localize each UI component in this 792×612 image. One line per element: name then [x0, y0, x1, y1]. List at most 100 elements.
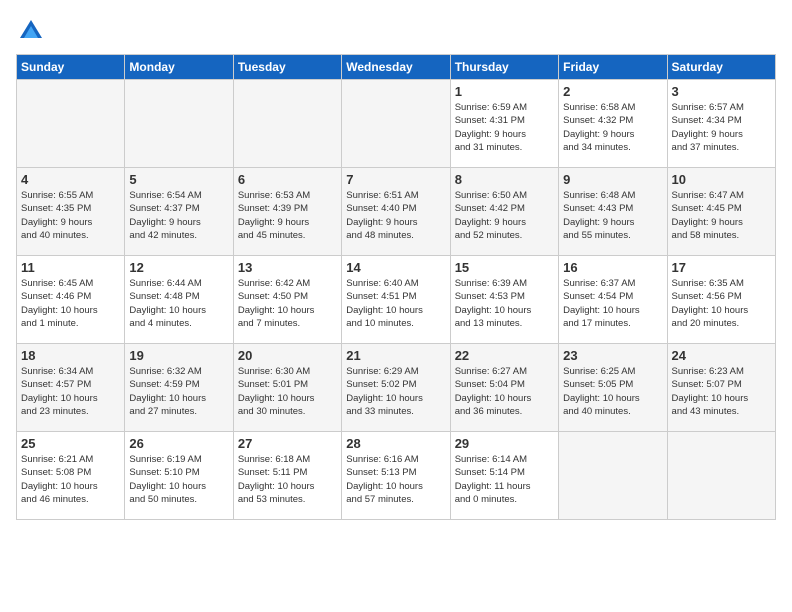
calendar-cell: 7 Sunrise: 6:51 AM Sunset: 4:40 PM Daylig…	[342, 168, 450, 256]
day-info: Sunrise: 6:32 AM Sunset: 4:59 PM Dayligh…	[129, 365, 228, 418]
day-info: Sunrise: 6:47 AM Sunset: 4:45 PM Dayligh…	[672, 189, 771, 242]
day-info: Sunrise: 6:27 AM Sunset: 5:04 PM Dayligh…	[455, 365, 554, 418]
day-info: Sunrise: 6:39 AM Sunset: 4:53 PM Dayligh…	[455, 277, 554, 330]
day-info: Sunrise: 6:19 AM Sunset: 5:10 PM Dayligh…	[129, 453, 228, 506]
calendar-cell: 6 Sunrise: 6:53 AM Sunset: 4:39 PM Daylig…	[233, 168, 341, 256]
calendar-cell: 24 Sunrise: 6:23 AM Sunset: 5:07 PM Dayli…	[667, 344, 775, 432]
calendar-cell	[17, 80, 125, 168]
calendar-cell: 17 Sunrise: 6:35 AM Sunset: 4:56 PM Dayli…	[667, 256, 775, 344]
calendar-cell: 14 Sunrise: 6:40 AM Sunset: 4:51 PM Dayli…	[342, 256, 450, 344]
day-info: Sunrise: 6:59 AM Sunset: 4:31 PM Dayligh…	[455, 101, 554, 154]
page-header	[16, 16, 776, 46]
day-number: 23	[563, 348, 662, 363]
day-number: 13	[238, 260, 337, 275]
day-number: 21	[346, 348, 445, 363]
day-number: 25	[21, 436, 120, 451]
day-number: 3	[672, 84, 771, 99]
logo	[16, 16, 50, 46]
calendar-table: SundayMondayTuesdayWednesdayThursdayFrid…	[16, 54, 776, 520]
calendar-cell: 23 Sunrise: 6:25 AM Sunset: 5:05 PM Dayli…	[559, 344, 667, 432]
day-info: Sunrise: 6:34 AM Sunset: 4:57 PM Dayligh…	[21, 365, 120, 418]
day-number: 9	[563, 172, 662, 187]
calendar-cell	[233, 80, 341, 168]
day-number: 24	[672, 348, 771, 363]
day-number: 6	[238, 172, 337, 187]
day-number: 17	[672, 260, 771, 275]
calendar-cell: 1 Sunrise: 6:59 AM Sunset: 4:31 PM Daylig…	[450, 80, 558, 168]
weekday-header: Tuesday	[233, 55, 341, 80]
day-number: 14	[346, 260, 445, 275]
calendar-cell: 5 Sunrise: 6:54 AM Sunset: 4:37 PM Daylig…	[125, 168, 233, 256]
calendar-cell: 2 Sunrise: 6:58 AM Sunset: 4:32 PM Daylig…	[559, 80, 667, 168]
weekday-header: Wednesday	[342, 55, 450, 80]
calendar-cell	[559, 432, 667, 520]
weekday-header: Sunday	[17, 55, 125, 80]
logo-icon	[16, 16, 46, 46]
day-info: Sunrise: 6:50 AM Sunset: 4:42 PM Dayligh…	[455, 189, 554, 242]
day-number: 11	[21, 260, 120, 275]
calendar-week-row: 25 Sunrise: 6:21 AM Sunset: 5:08 PM Dayli…	[17, 432, 776, 520]
calendar-cell: 8 Sunrise: 6:50 AM Sunset: 4:42 PM Daylig…	[450, 168, 558, 256]
calendar-cell	[125, 80, 233, 168]
day-number: 29	[455, 436, 554, 451]
day-info: Sunrise: 6:14 AM Sunset: 5:14 PM Dayligh…	[455, 453, 554, 506]
calendar-cell: 16Sunrise: 6:37 AM Sunset: 4:54 PM Dayli…	[559, 256, 667, 344]
calendar-cell: 19 Sunrise: 6:32 AM Sunset: 4:59 PM Dayli…	[125, 344, 233, 432]
day-info: Sunrise: 6:35 AM Sunset: 4:56 PM Dayligh…	[672, 277, 771, 330]
day-info: Sunrise: 6:55 AM Sunset: 4:35 PM Dayligh…	[21, 189, 120, 242]
calendar-week-row: 1 Sunrise: 6:59 AM Sunset: 4:31 PM Daylig…	[17, 80, 776, 168]
day-info: Sunrise: 6:25 AM Sunset: 5:05 PM Dayligh…	[563, 365, 662, 418]
day-info: Sunrise: 6:53 AM Sunset: 4:39 PM Dayligh…	[238, 189, 337, 242]
day-info: Sunrise: 6:42 AM Sunset: 4:50 PM Dayligh…	[238, 277, 337, 330]
day-number: 27	[238, 436, 337, 451]
calendar-cell: 3 Sunrise: 6:57 AM Sunset: 4:34 PM Daylig…	[667, 80, 775, 168]
day-number: 16	[563, 260, 662, 275]
calendar-cell: 25 Sunrise: 6:21 AM Sunset: 5:08 PM Dayli…	[17, 432, 125, 520]
calendar-cell: 28 Sunrise: 6:16 AM Sunset: 5:13 PM Dayli…	[342, 432, 450, 520]
day-info: Sunrise: 6:54 AM Sunset: 4:37 PM Dayligh…	[129, 189, 228, 242]
calendar-week-row: 11Sunrise: 6:45 AM Sunset: 4:46 PM Dayli…	[17, 256, 776, 344]
day-number: 5	[129, 172, 228, 187]
calendar-cell: 4Sunrise: 6:55 AM Sunset: 4:35 PM Daylig…	[17, 168, 125, 256]
weekday-header: Monday	[125, 55, 233, 80]
calendar-cell: 29 Sunrise: 6:14 AM Sunset: 5:14 PM Dayli…	[450, 432, 558, 520]
day-number: 7	[346, 172, 445, 187]
weekday-header: Saturday	[667, 55, 775, 80]
calendar-cell: 26 Sunrise: 6:19 AM Sunset: 5:10 PM Dayli…	[125, 432, 233, 520]
day-number: 8	[455, 172, 554, 187]
day-number: 20	[238, 348, 337, 363]
calendar-cell	[342, 80, 450, 168]
day-info: Sunrise: 6:30 AM Sunset: 5:01 PM Dayligh…	[238, 365, 337, 418]
calendar-week-row: 18 Sunrise: 6:34 AM Sunset: 4:57 PM Dayli…	[17, 344, 776, 432]
day-number: 2	[563, 84, 662, 99]
day-info: Sunrise: 6:16 AM Sunset: 5:13 PM Dayligh…	[346, 453, 445, 506]
day-info: Sunrise: 6:21 AM Sunset: 5:08 PM Dayligh…	[21, 453, 120, 506]
day-number: 28	[346, 436, 445, 451]
day-info: Sunrise: 6:51 AM Sunset: 4:40 PM Dayligh…	[346, 189, 445, 242]
calendar-week-row: 4Sunrise: 6:55 AM Sunset: 4:35 PM Daylig…	[17, 168, 776, 256]
calendar-cell: 10 Sunrise: 6:47 AM Sunset: 4:45 PM Dayli…	[667, 168, 775, 256]
day-info: Sunrise: 6:40 AM Sunset: 4:51 PM Dayligh…	[346, 277, 445, 330]
day-info: Sunrise: 6:57 AM Sunset: 4:34 PM Dayligh…	[672, 101, 771, 154]
calendar-cell: 22Sunrise: 6:27 AM Sunset: 5:04 PM Dayli…	[450, 344, 558, 432]
day-info: Sunrise: 6:58 AM Sunset: 4:32 PM Dayligh…	[563, 101, 662, 154]
calendar-header-row: SundayMondayTuesdayWednesdayThursdayFrid…	[17, 55, 776, 80]
calendar-cell: 20 Sunrise: 6:30 AM Sunset: 5:01 PM Dayli…	[233, 344, 341, 432]
day-info: Sunrise: 6:18 AM Sunset: 5:11 PM Dayligh…	[238, 453, 337, 506]
day-number: 15	[455, 260, 554, 275]
calendar-cell: 21 Sunrise: 6:29 AM Sunset: 5:02 PM Dayli…	[342, 344, 450, 432]
day-number: 1	[455, 84, 554, 99]
day-info: Sunrise: 6:23 AM Sunset: 5:07 PM Dayligh…	[672, 365, 771, 418]
calendar-cell: 18 Sunrise: 6:34 AM Sunset: 4:57 PM Dayli…	[17, 344, 125, 432]
calendar-cell: 15 Sunrise: 6:39 AM Sunset: 4:53 PM Dayli…	[450, 256, 558, 344]
day-number: 12	[129, 260, 228, 275]
day-number: 10	[672, 172, 771, 187]
calendar-cell: 11Sunrise: 6:45 AM Sunset: 4:46 PM Dayli…	[17, 256, 125, 344]
calendar-cell: 12Sunrise: 6:44 AM Sunset: 4:48 PM Dayli…	[125, 256, 233, 344]
day-number: 18	[21, 348, 120, 363]
weekday-header: Friday	[559, 55, 667, 80]
calendar-cell: 13 Sunrise: 6:42 AM Sunset: 4:50 PM Dayli…	[233, 256, 341, 344]
day-info: Sunrise: 6:29 AM Sunset: 5:02 PM Dayligh…	[346, 365, 445, 418]
day-number: 19	[129, 348, 228, 363]
day-number: 26	[129, 436, 228, 451]
